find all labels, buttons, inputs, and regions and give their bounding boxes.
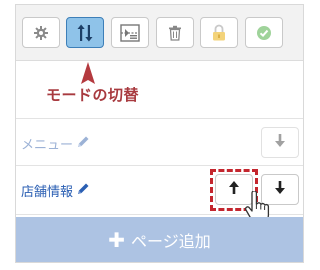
add-page-button[interactable]: ✚ ページ追加 [16, 217, 303, 262]
confirm-button[interactable] [245, 17, 283, 48]
add-page-label: ページ追加 [131, 231, 211, 251]
arrow-down-icon [274, 133, 286, 152]
page-row-menu: メニュー [16, 118, 303, 168]
pencil-icon[interactable] [77, 182, 90, 199]
page-item-label[interactable]: メニュー [21, 134, 90, 153]
page-editor-panel: モードの切替 メニュー 店舗情報 ✚ ページ追加 [15, 4, 304, 263]
check-circle-icon [256, 25, 272, 41]
arrow-up-icon [228, 180, 240, 199]
insert-section-button[interactable] [111, 17, 149, 48]
move-down-button[interactable] [261, 127, 299, 158]
toolbar [16, 5, 303, 61]
page-name: 店舗情報 [21, 185, 74, 200]
lock-icon [212, 24, 226, 41]
pencil-icon[interactable] [77, 135, 90, 152]
insert-block-icon [120, 23, 140, 42]
delete-button[interactable] [156, 17, 194, 48]
page-row-store-info: 店舗情報 [16, 165, 303, 224]
settings-button[interactable] [22, 17, 60, 48]
mode-switch-callout: モードの切替 [46, 86, 140, 104]
arrow-down-icon [274, 180, 286, 199]
lock-button[interactable] [200, 17, 238, 48]
sort-arrows-icon [77, 24, 93, 42]
mode-toggle-button[interactable] [66, 17, 104, 48]
trash-icon [168, 25, 182, 41]
gear-icon [33, 25, 49, 41]
plus-icon: ✚ [108, 227, 126, 252]
page-item-label[interactable]: 店舗情報 [21, 181, 90, 200]
page-name: メニュー [21, 138, 74, 153]
